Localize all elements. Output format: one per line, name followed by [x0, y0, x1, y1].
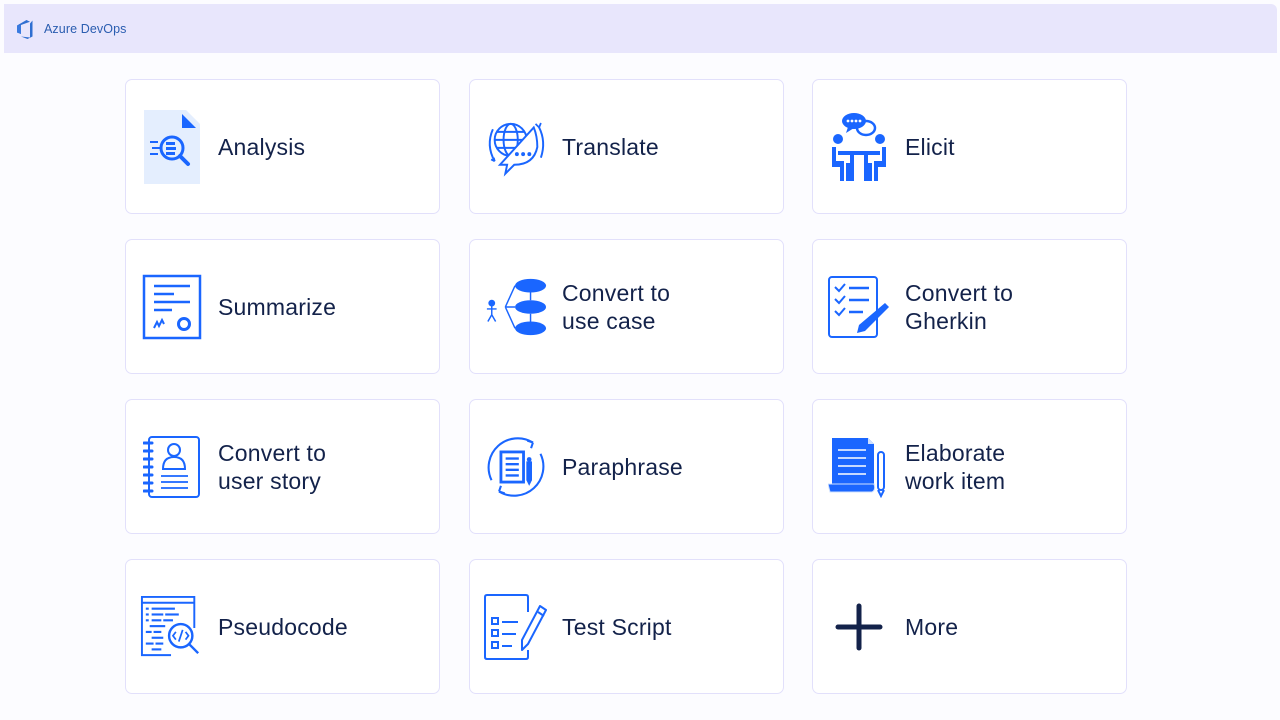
card-label: Elaborate work item — [905, 439, 1005, 495]
card-elaborate-work-item[interactable]: Elaborate work item — [812, 399, 1127, 534]
user-notebook-icon — [140, 428, 204, 506]
card-label-line: Summarize — [218, 293, 337, 320]
brand-link[interactable]: Azure DevOps — [14, 17, 126, 41]
use-case-diagram-icon — [484, 268, 548, 346]
checkbox-list-pencil-icon — [484, 588, 548, 666]
card-label: Translate — [562, 133, 659, 161]
card-label-line: work item — [905, 467, 1006, 494]
document-cycle-icon — [484, 428, 548, 506]
card-convert-user-story[interactable]: Convert to user story — [125, 399, 440, 534]
card-convert-use-case[interactable]: Convert to use case — [469, 239, 784, 374]
card-elicit[interactable]: Elicit — [812, 79, 1127, 214]
card-label: Elicit — [905, 133, 955, 161]
code-magnifier-icon — [140, 588, 204, 666]
certificate-document-icon — [140, 268, 204, 346]
page: Azure DevOps Analysis Translate Elicit S… — [0, 0, 1280, 720]
card-label-line: Convert to — [562, 279, 671, 306]
card-label-line: Elicit — [905, 133, 955, 160]
card-label-line: user story — [218, 467, 321, 494]
card-label-line: Paraphrase — [562, 453, 683, 480]
card-label-line: More — [905, 613, 959, 640]
app-name: Azure DevOps — [44, 21, 127, 36]
azure-devops-logo-icon — [17, 19, 33, 39]
card-label: Analysis — [218, 133, 305, 161]
card-label: Convert to use case — [562, 279, 670, 335]
document-magnifier-icon — [140, 108, 204, 186]
top-bar: Azure DevOps — [4, 4, 1277, 53]
card-translate[interactable]: Translate — [469, 79, 784, 214]
card-label: Convert to Gherkin — [905, 279, 1013, 335]
card-label: More — [905, 613, 958, 641]
card-label-line: Test Script — [562, 613, 672, 640]
card-label-line: Analysis — [218, 133, 306, 160]
card-label: Paraphrase — [562, 453, 683, 481]
card-label: Pseudocode — [218, 613, 348, 641]
card-summarize[interactable]: Summarize — [125, 239, 440, 374]
card-label-line: Gherkin — [905, 307, 987, 334]
card-label: Convert to user story — [218, 439, 326, 495]
card-label-line: Pseudocode — [218, 613, 348, 640]
card-label-line: Elaborate — [905, 439, 1006, 466]
card-label-line: Convert to — [905, 279, 1014, 306]
plus-icon — [827, 588, 891, 666]
card-analysis[interactable]: Analysis — [125, 79, 440, 214]
card-label: Test Script — [562, 613, 672, 641]
card-label: Summarize — [218, 293, 336, 321]
document-pen-icon — [827, 428, 891, 506]
card-label-line: Translate — [562, 133, 659, 160]
card-pseudocode[interactable]: Pseudocode — [125, 559, 440, 694]
globe-chat-translate-icon — [484, 108, 548, 186]
card-test-script[interactable]: Test Script — [469, 559, 784, 694]
card-convert-gherkin[interactable]: Convert to Gherkin — [812, 239, 1127, 374]
checklist-pencil-icon — [827, 268, 891, 346]
card-label-line: Convert to — [218, 439, 327, 466]
people-meeting-chat-icon — [827, 108, 891, 186]
card-paraphrase[interactable]: Paraphrase — [469, 399, 784, 534]
card-label-line: use case — [562, 307, 656, 334]
card-more[interactable]: More — [812, 559, 1127, 694]
